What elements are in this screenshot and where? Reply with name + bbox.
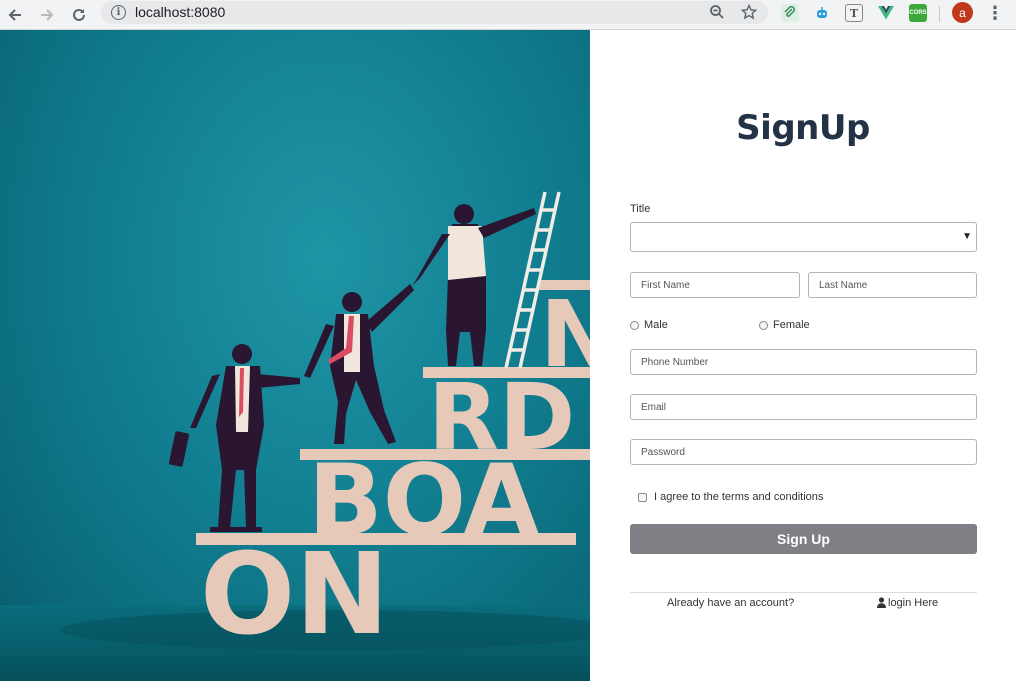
- hero-letters-n: N: [540, 281, 590, 388]
- signup-form: SignUp Title ▼ First Name Last Name Male…: [590, 30, 1016, 681]
- text-icon[interactable]: T: [845, 4, 863, 22]
- radio-female[interactable]: [759, 321, 768, 330]
- account-prompt: Already have an account?: [667, 597, 795, 609]
- email-field[interactable]: Email: [630, 394, 977, 420]
- paperclip-icon[interactable]: [781, 4, 799, 22]
- radio-male[interactable]: [630, 321, 639, 330]
- radio-male-label: Male: [644, 319, 668, 331]
- arrow-left-icon: [8, 9, 21, 21]
- last-name-field[interactable]: Last Name: [808, 272, 977, 298]
- terms-checkbox[interactable]: [638, 493, 647, 502]
- phone-field[interactable]: Phone Number: [630, 349, 977, 375]
- chevron-down-icon: ▼: [962, 231, 972, 242]
- cors-icon[interactable]: CORS: [909, 4, 927, 22]
- back-button[interactable]: [2, 2, 28, 28]
- businessman-bottom: [168, 344, 300, 532]
- star-icon: [741, 4, 757, 20]
- bookmark-button[interactable]: [739, 2, 759, 22]
- profile-avatar[interactable]: a: [952, 2, 973, 23]
- zoom-button[interactable]: [707, 2, 727, 22]
- vue-icon[interactable]: [877, 4, 895, 22]
- kebab-icon[interactable]: ⋮: [986, 2, 1004, 24]
- reload-button[interactable]: [66, 2, 92, 28]
- signup-button[interactable]: Sign Up: [630, 524, 977, 554]
- login-link[interactable]: login Here: [888, 597, 938, 609]
- forward-button[interactable]: [34, 2, 60, 28]
- terms-label: I agree to the terms and conditions: [654, 491, 824, 503]
- page-title: SignUp: [736, 108, 870, 148]
- divider: [630, 592, 977, 593]
- address-bar[interactable]: i localhost:8080: [101, 1, 768, 24]
- title-select[interactable]: ▼: [630, 222, 977, 252]
- first-name-field[interactable]: First Name: [630, 272, 800, 298]
- businessman-middle: [304, 284, 414, 444]
- password-field[interactable]: Password: [630, 439, 977, 465]
- businesswoman-top: [412, 204, 536, 366]
- info-icon[interactable]: i: [111, 5, 126, 20]
- zoom-out-icon: [710, 5, 724, 19]
- user-icon: [877, 597, 886, 608]
- url-text[interactable]: localhost:8080: [135, 4, 225, 20]
- hero-illustration: ON BOA RD N: [0, 30, 590, 681]
- arrow-right-icon: [41, 9, 54, 21]
- reload-icon: [73, 8, 85, 21]
- browser-toolbar: i localhost:8080 T CORS a ⋮: [0, 0, 1016, 30]
- radio-female-label: Female: [773, 319, 810, 331]
- title-label: Title: [630, 203, 651, 215]
- toolbar-separator: [939, 6, 940, 22]
- robot-icon[interactable]: [813, 4, 831, 22]
